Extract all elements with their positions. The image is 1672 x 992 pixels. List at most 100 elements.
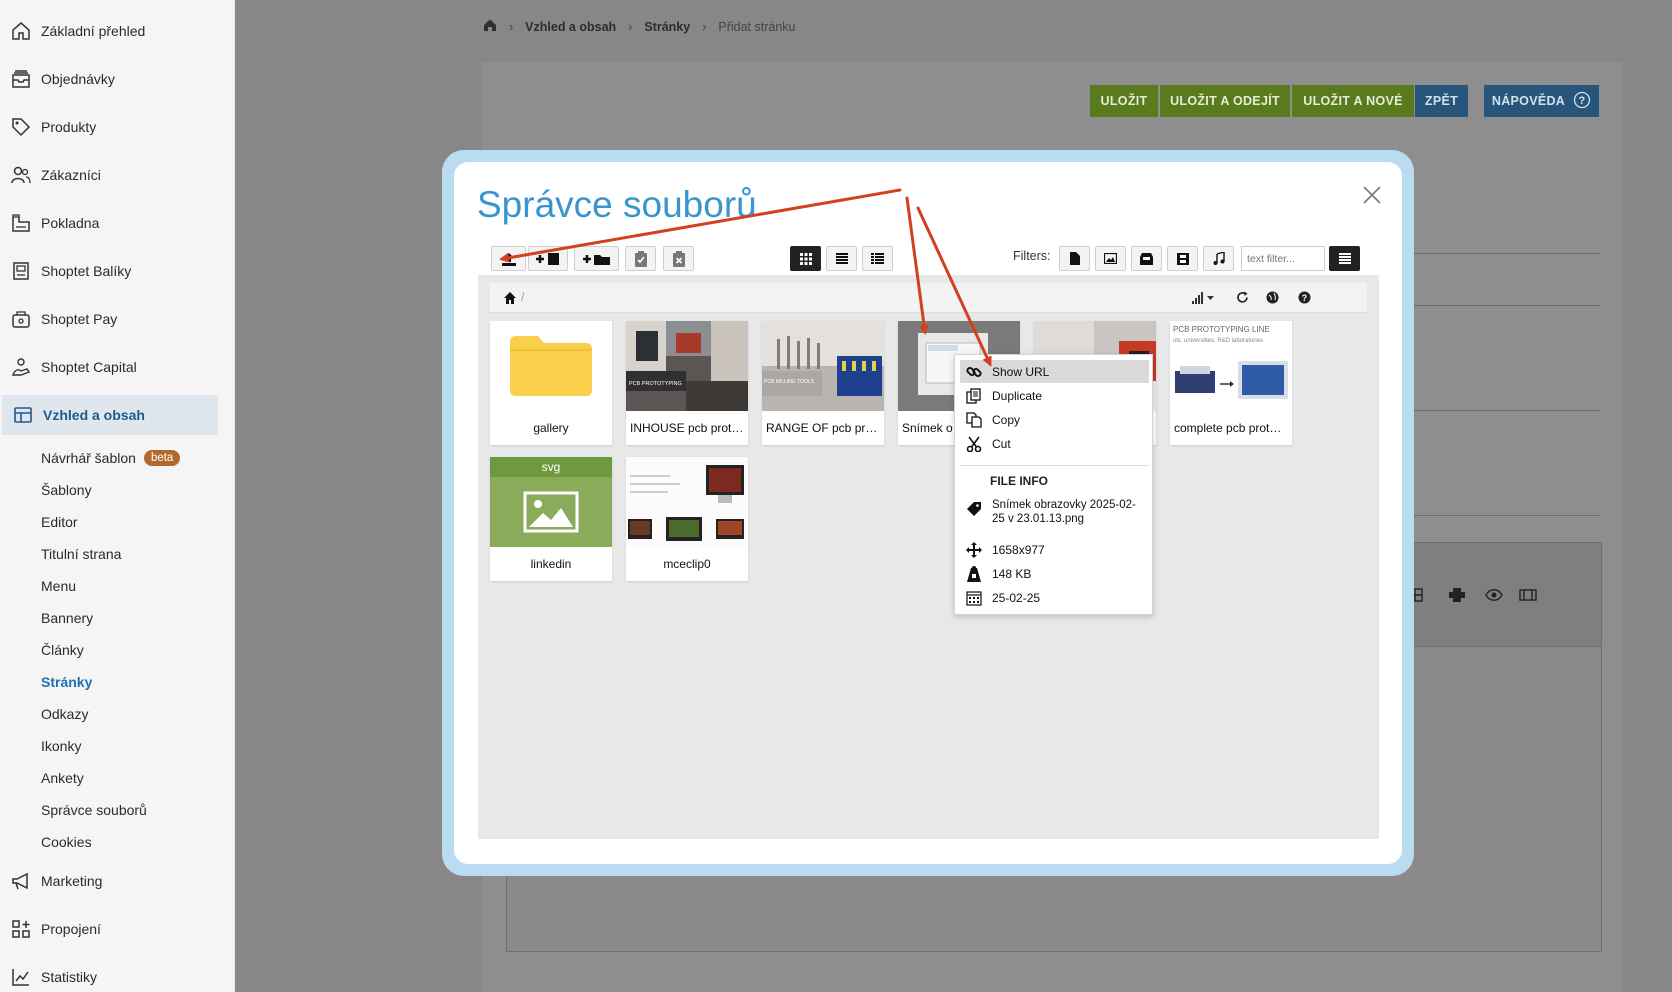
sidebar-item-packages[interactable]: Shoptet Balíky bbox=[0, 255, 235, 287]
save-and-leave-button[interactable]: ULOŽIT A ODEJÍT bbox=[1160, 85, 1290, 117]
music-icon bbox=[1213, 252, 1225, 265]
divider bbox=[1414, 253, 1600, 254]
subitem-menu[interactable]: Menu bbox=[41, 575, 76, 597]
sidebar-item-stats[interactable]: Statistiky bbox=[0, 961, 235, 992]
filter-archives-button[interactable] bbox=[1131, 246, 1162, 271]
breadcrumb-appearance[interactable]: Vzhled a obsah bbox=[525, 20, 616, 34]
subitem-links[interactable]: Odkazy bbox=[41, 703, 88, 725]
file-manager: Filters: / ? gallery bbox=[478, 241, 1379, 839]
file-info-dimensions: 1658x977 bbox=[960, 538, 1149, 561]
subitem-editor[interactable]: Editor bbox=[41, 511, 78, 533]
subitem-file-manager[interactable]: Správce souborů bbox=[41, 799, 147, 821]
sidebar-item-dashboard[interactable]: Základní přehled bbox=[0, 15, 235, 47]
menu-icon bbox=[1338, 253, 1351, 264]
help-button[interactable]: NÁPOVĚDA ? bbox=[1484, 85, 1599, 117]
sidebar-item-customers[interactable]: Zákazníci bbox=[0, 159, 235, 191]
sidebar-item-label: Produkty bbox=[41, 119, 97, 135]
sidebar-item-pay[interactable]: Shoptet Pay bbox=[0, 303, 235, 335]
sidebar-item-label: Zákazníci bbox=[41, 167, 101, 183]
subitem-template-designer[interactable]: Návrhář šablon beta bbox=[41, 447, 181, 469]
sidebar-item-orders[interactable]: Objednávky bbox=[0, 63, 235, 95]
scissors-icon bbox=[965, 435, 983, 453]
create-file-button[interactable] bbox=[528, 246, 568, 271]
refresh-icon[interactable] bbox=[1236, 291, 1249, 309]
preview-icon[interactable] bbox=[1485, 588, 1503, 607]
svg-text:ols, universities, R&D laborat: ols, universities, R&D laboratories bbox=[1173, 338, 1263, 344]
show-url-menu-item[interactable]: Show URL bbox=[960, 360, 1149, 383]
file-tile-svg[interactable]: svg linkedin bbox=[490, 457, 612, 581]
subitem-articles[interactable]: Články bbox=[41, 639, 84, 661]
sidebar-item-label: Shoptet Capital bbox=[41, 359, 137, 375]
back-button[interactable]: ZPĚT bbox=[1415, 85, 1468, 117]
image-thumbnail: PCB PROTOTYPING bbox=[626, 321, 748, 411]
folder-icon bbox=[490, 321, 612, 411]
subitem-homepage[interactable]: Titulní strana bbox=[41, 543, 121, 565]
home-icon[interactable] bbox=[503, 291, 517, 309]
sort-icon[interactable] bbox=[1192, 291, 1216, 309]
filter-video-button[interactable] bbox=[1167, 246, 1198, 271]
grid-view-icon bbox=[799, 252, 812, 265]
chevron-right-icon: › bbox=[509, 19, 514, 34]
language-icon[interactable] bbox=[1266, 291, 1279, 309]
image-thumbnail bbox=[626, 457, 748, 547]
package-icon bbox=[10, 260, 32, 282]
subitem-pages[interactable]: Stránky bbox=[41, 671, 92, 693]
clear-clipboard-button[interactable] bbox=[663, 246, 694, 271]
save-and-new-button[interactable]: ULOŽIT A NOVÉ bbox=[1292, 85, 1414, 117]
sidebar-item-integrations[interactable]: Propojení bbox=[0, 913, 235, 945]
tag-icon bbox=[10, 116, 32, 138]
cut-menu-item[interactable]: Cut bbox=[960, 432, 1149, 455]
filter-menu-button[interactable] bbox=[1329, 246, 1360, 271]
weight-icon bbox=[965, 565, 983, 583]
sidebar-item-label: Shoptet Pay bbox=[41, 311, 118, 327]
breadcrumb-current: Přidat stránku bbox=[718, 19, 796, 34]
file-tile-image[interactable]: PCB PROTOTYPING LINE ols, universities, … bbox=[1170, 321, 1292, 445]
media-icon[interactable] bbox=[1519, 588, 1537, 607]
cash-register-icon bbox=[10, 212, 32, 234]
image-thumbnail: PCB MILLING TOOLS bbox=[762, 321, 884, 411]
svg-thumbnail: svg bbox=[490, 457, 612, 547]
clipboard-x-icon bbox=[672, 250, 685, 267]
payment-icon bbox=[10, 308, 32, 330]
file-name: linkedin bbox=[530, 557, 572, 571]
columns-view-button[interactable] bbox=[862, 246, 893, 271]
sidebar-item-pos[interactable]: Pokladna bbox=[0, 207, 235, 239]
sidebar-item-products[interactable]: Produkty bbox=[0, 111, 235, 143]
beta-badge: beta bbox=[143, 450, 181, 466]
paste-button[interactable] bbox=[625, 246, 656, 271]
breadcrumb-pages[interactable]: Stránky bbox=[644, 20, 690, 34]
text-filter-input[interactable] bbox=[1241, 246, 1325, 271]
home-icon[interactable] bbox=[483, 18, 497, 35]
file-tile-image[interactable]: PCB MILLING TOOLS RANGE OF pcb productio… bbox=[762, 321, 884, 445]
save-button[interactable]: ULOŽIT bbox=[1090, 85, 1158, 117]
file-tile-folder[interactable]: gallery bbox=[490, 321, 612, 445]
duplicate-menu-item[interactable]: Duplicate bbox=[960, 384, 1149, 407]
close-button[interactable] bbox=[1358, 181, 1386, 209]
subitem-icons[interactable]: Ikonky bbox=[41, 735, 81, 757]
subitem-templates[interactable]: Šablony bbox=[41, 479, 92, 501]
filter-files-button[interactable] bbox=[1059, 246, 1090, 271]
filter-audio-button[interactable] bbox=[1203, 246, 1234, 271]
sidebar-item-label: Marketing bbox=[41, 873, 103, 889]
create-folder-button[interactable] bbox=[574, 246, 619, 271]
sidebar-item-marketing[interactable]: Marketing bbox=[0, 865, 235, 897]
grid-view-button[interactable] bbox=[790, 246, 821, 271]
users-icon bbox=[10, 164, 32, 186]
divider bbox=[1414, 410, 1600, 411]
sidebar-item-capital[interactable]: Shoptet Capital bbox=[0, 351, 235, 383]
image-placeholder-icon bbox=[490, 477, 612, 547]
upload-icon bbox=[501, 252, 516, 266]
print-icon[interactable] bbox=[1449, 588, 1465, 607]
file-tile-image[interactable]: PCB PROTOTYPING INHOUSE pcb prototyping bbox=[626, 321, 748, 445]
capital-icon bbox=[10, 356, 32, 378]
subitem-banners[interactable]: Bannery bbox=[41, 607, 93, 629]
upload-button[interactable] bbox=[491, 246, 526, 271]
copy-menu-item[interactable]: Copy bbox=[960, 408, 1149, 431]
file-tile-image[interactable]: mceclip0 bbox=[626, 457, 748, 581]
sidebar-item-appearance[interactable]: Vzhled a obsah bbox=[2, 395, 218, 435]
list-view-button[interactable] bbox=[826, 246, 857, 271]
filter-images-button[interactable] bbox=[1095, 246, 1126, 271]
subitem-polls[interactable]: Ankety bbox=[41, 767, 84, 789]
help-icon[interactable]: ? bbox=[1298, 291, 1311, 309]
subitem-cookies[interactable]: Cookies bbox=[41, 831, 92, 853]
